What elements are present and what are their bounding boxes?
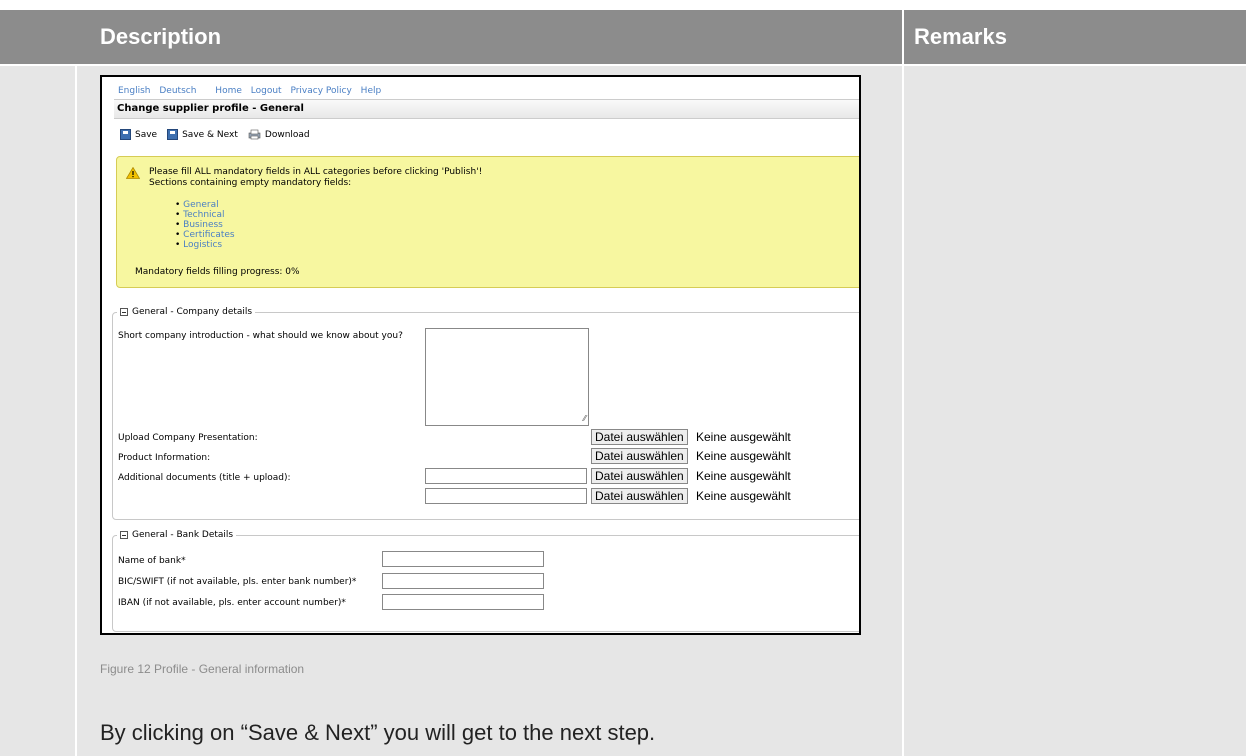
figure-caption: Figure 12 Profile - General information <box>100 662 305 676</box>
save-next-button[interactable]: Save & Next <box>167 129 238 140</box>
resize-handle-icon[interactable]: ⁄⁄ <box>583 414 586 423</box>
left-cell <box>0 66 75 756</box>
additional-docs-label: Additional documents (title + upload): <box>118 473 291 483</box>
additional-doc-title-input-1[interactable] <box>425 468 587 484</box>
collapse-icon[interactable] <box>120 531 128 539</box>
download-button[interactable]: Download <box>248 129 310 140</box>
remarks-header: Remarks <box>904 10 1246 64</box>
download-label: Download <box>264 129 310 140</box>
bank-name-label: Name of bank* <box>118 556 186 566</box>
progress-text: Mandatory fields filling progress: 0% <box>135 267 300 277</box>
upload-presentation-label: Upload Company Presentation: <box>118 433 258 443</box>
floppy-disk-icon <box>167 129 179 140</box>
additional-doc-file-button-2[interactable]: Datei auswählen <box>591 488 688 504</box>
save-next-label: Save & Next <box>182 129 238 140</box>
save-button[interactable]: Save <box>120 129 157 140</box>
intro-textarea[interactable]: ⁄⁄ <box>425 328 589 426</box>
empty-sections-list: General Technical Business Certificates … <box>175 200 235 250</box>
nav-privacy-link[interactable]: Privacy Policy <box>290 86 351 96</box>
embedded-screenshot: English Deutsch Home Logout Privacy Poli… <box>100 75 861 635</box>
upload-presentation-file-button[interactable]: Datei auswählen <box>591 429 688 445</box>
product-info-file-button[interactable]: Datei auswählen <box>591 448 688 464</box>
section-link-business[interactable]: Business <box>175 220 235 230</box>
section-link-certificates[interactable]: Certificates <box>175 230 234 240</box>
nav-help-link[interactable]: Help <box>361 86 382 96</box>
document-page: Description Remarks English Deutsch Home… <box>0 0 1246 756</box>
iban-label: IBAN (if not available, pls. enter accou… <box>118 598 346 608</box>
instruction-text: By clicking on “Save & Next” you will ge… <box>100 720 656 745</box>
additional-doc-title-input-2[interactable] <box>425 488 587 504</box>
warning-message: Please fill ALL mandatory fields in ALL … <box>149 167 482 189</box>
bic-input[interactable] <box>382 573 544 589</box>
remarks-heading: Remarks <box>914 24 1007 49</box>
warning-box: Please fill ALL mandatory fields in ALL … <box>116 156 859 288</box>
iban-input[interactable] <box>382 594 544 610</box>
nav-deutsch-link[interactable]: Deutsch <box>159 86 196 96</box>
title-bar: Change supplier profile - General <box>114 99 859 119</box>
nav-english-link[interactable]: English <box>118 86 151 96</box>
floppy-disk-icon <box>120 129 131 140</box>
description-heading: Description <box>100 24 222 49</box>
company-details-legend[interactable]: General - Company details <box>117 307 256 317</box>
nav-logout-link[interactable]: Logout <box>251 86 282 96</box>
top-navigation: English Deutsch Home Logout Privacy Poli… <box>118 86 387 96</box>
upload-presentation-file-status: Keine ausgewählt <box>696 430 791 444</box>
intro-label: Short company introduction - what should… <box>118 331 403 341</box>
bank-name-input[interactable] <box>382 551 544 567</box>
toolbar: Save Save & Next Download <box>120 129 320 140</box>
section-link-general[interactable]: General <box>175 200 235 210</box>
section-link-technical[interactable]: Technical <box>175 210 235 220</box>
section-link-logistics[interactable]: Logistics <box>175 240 235 250</box>
bank-details-title: General - Bank Details <box>132 530 234 540</box>
warning-line-2: Sections containing empty mandatory fiel… <box>149 178 352 188</box>
warning-icon <box>126 167 140 179</box>
bic-label: BIC/SWIFT (if not available, pls. enter … <box>118 577 357 587</box>
nav-home-link[interactable]: Home <box>215 86 242 96</box>
product-info-label: Product Information: <box>118 453 211 463</box>
additional-doc-file-status-2: Keine ausgewählt <box>696 489 791 503</box>
description-header: Description <box>0 10 902 64</box>
warning-line-1: Please fill ALL mandatory fields in ALL … <box>149 167 483 177</box>
bank-details-legend[interactable]: General - Bank Details <box>117 530 237 540</box>
remarks-cell <box>904 66 1246 756</box>
company-details-title: General - Company details <box>132 307 253 317</box>
collapse-icon[interactable] <box>120 308 128 316</box>
page-title: Change supplier profile - General <box>117 103 304 114</box>
additional-doc-file-button-1[interactable]: Datei auswählen <box>591 468 688 484</box>
product-info-file-status: Keine ausgewählt <box>696 449 791 463</box>
printer-icon <box>248 129 261 140</box>
save-label: Save <box>135 129 158 140</box>
additional-doc-file-status-1: Keine ausgewählt <box>696 469 791 483</box>
